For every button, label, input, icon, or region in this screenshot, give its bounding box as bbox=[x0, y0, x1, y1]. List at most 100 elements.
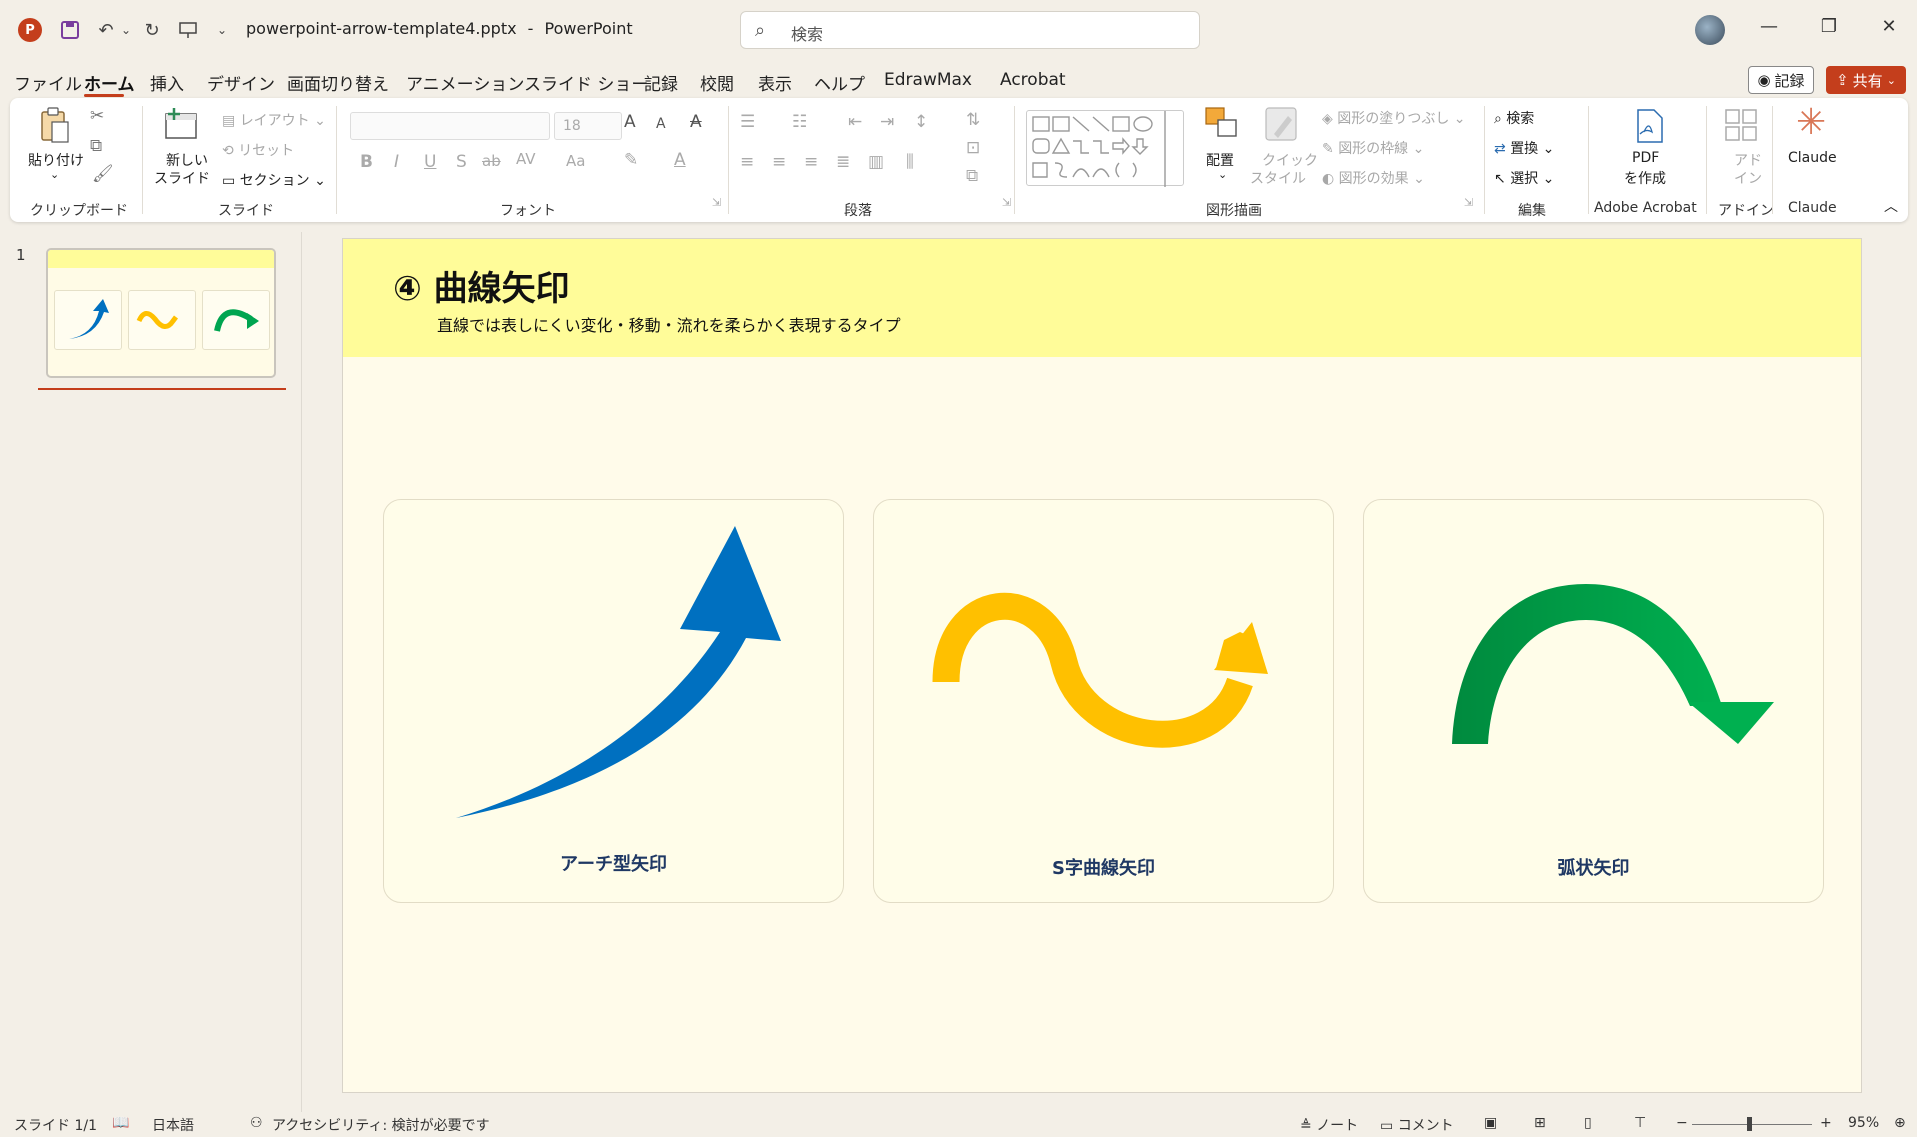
new-slide-label-1[interactable]: 新しい bbox=[166, 150, 208, 170]
layout-button[interactable]: ▤ レイアウト ⌄ bbox=[222, 110, 326, 130]
claude-icon[interactable]: ✳ bbox=[1796, 102, 1826, 143]
tab-home[interactable]: ホーム bbox=[84, 70, 135, 95]
clear-format-icon[interactable]: A bbox=[690, 112, 702, 132]
reset-button[interactable]: ⟲ リセット bbox=[222, 140, 294, 160]
presenter-icon[interactable] bbox=[176, 18, 200, 42]
char-spacing-button[interactable]: AV bbox=[516, 150, 536, 168]
font-name-input[interactable] bbox=[350, 112, 550, 140]
save-icon[interactable] bbox=[58, 18, 82, 42]
shrink-font-icon[interactable]: A bbox=[656, 116, 666, 132]
columns-icon[interactable]: ⫼ bbox=[906, 152, 914, 172]
s-curve-arrow-card[interactable]: S字曲線矢印 bbox=[873, 499, 1334, 903]
shadow-button[interactable]: S bbox=[456, 152, 467, 172]
grow-font-icon[interactable]: A bbox=[624, 112, 636, 132]
tab-view[interactable]: 表示 bbox=[758, 70, 792, 95]
create-pdf-label-2[interactable]: を作成 bbox=[1624, 168, 1666, 188]
zoom-slider-track[interactable] bbox=[1692, 1124, 1812, 1125]
font-color-icon[interactable]: A bbox=[674, 150, 686, 170]
tab-edrawmax[interactable]: EdrawMax bbox=[884, 70, 972, 90]
increase-indent-icon[interactable]: ⇥ bbox=[880, 112, 894, 132]
quick-styles-icon[interactable] bbox=[1264, 106, 1300, 142]
zoom-in-button[interactable]: + bbox=[1820, 1115, 1832, 1131]
find-button[interactable]: ⌕ 検索 bbox=[1494, 108, 1534, 128]
shape-effects-button[interactable]: ◐ 図形の効果 ⌄ bbox=[1322, 168, 1425, 188]
justify-icon[interactable]: ≣ bbox=[836, 152, 850, 172]
arch-arrow-label[interactable]: アーチ型矢印 bbox=[384, 850, 843, 876]
arch-arrow-graphic[interactable] bbox=[384, 500, 845, 904]
arc-arrow-card[interactable]: 弧状矢印 bbox=[1363, 499, 1824, 903]
tab-acrobat[interactable]: Acrobat bbox=[1000, 70, 1066, 90]
highlight-icon[interactable]: ✎ bbox=[624, 150, 638, 170]
align-right-icon[interactable]: ≡ bbox=[804, 152, 818, 172]
paragraph-dialog-launcher-icon[interactable]: ⇲ bbox=[1002, 196, 1011, 209]
strikethrough-button[interactable]: ab bbox=[482, 152, 501, 170]
slideshow-view-icon[interactable]: ⊤ bbox=[1634, 1115, 1646, 1131]
format-painter-icon[interactable]: 🖌 bbox=[92, 164, 114, 184]
decrease-indent-icon[interactable]: ⇤ bbox=[848, 112, 862, 132]
comments-button[interactable]: ▭ コメント bbox=[1380, 1115, 1454, 1135]
s-curve-arrow-label[interactable]: S字曲線矢印 bbox=[874, 854, 1333, 880]
copy-icon[interactable]: ⧉ bbox=[90, 136, 102, 156]
arc-arrow-label[interactable]: 弧状矢印 bbox=[1364, 854, 1823, 880]
undo-dropdown-icon[interactable]: ⌄ bbox=[114, 18, 138, 42]
redo-icon[interactable]: ↻ bbox=[140, 18, 164, 42]
drawing-dialog-launcher-icon[interactable]: ⇲ bbox=[1464, 196, 1473, 209]
slide-title[interactable]: ④ 曲線矢印 bbox=[393, 261, 570, 310]
zoom-slider-handle[interactable] bbox=[1747, 1117, 1752, 1131]
record-button[interactable]: ◉ 記録 bbox=[1748, 66, 1814, 94]
shape-outline-button[interactable]: ✎ 図形の枠線 ⌄ bbox=[1322, 138, 1424, 158]
notes-button[interactable]: ≜ ノート bbox=[1300, 1115, 1358, 1135]
restore-button[interactable]: ❐ bbox=[1814, 16, 1844, 37]
change-case-button[interactable]: Aa bbox=[566, 152, 585, 170]
normal-view-icon[interactable]: ▣ bbox=[1484, 1115, 1497, 1131]
cut-icon[interactable]: ✂ bbox=[90, 106, 104, 126]
create-pdf-label-1[interactable]: PDF bbox=[1632, 150, 1659, 166]
tab-slideshow[interactable]: スライド ショー bbox=[524, 70, 648, 95]
smartart-icon[interactable]: ⧉ bbox=[966, 166, 978, 186]
align-center-icon[interactable]: ≡ bbox=[772, 152, 786, 172]
tab-animations[interactable]: アニメーション bbox=[406, 70, 524, 95]
fit-slide-icon[interactable]: ⊕ bbox=[1894, 1115, 1906, 1131]
section-button[interactable]: ▭ セクション ⌄ bbox=[222, 170, 326, 190]
minimize-button[interactable]: — bbox=[1754, 16, 1784, 37]
arrange-dropdown-icon[interactable]: ⌄ bbox=[1218, 168, 1227, 181]
font-size-input[interactable]: 18 bbox=[554, 112, 622, 140]
zoom-out-button[interactable]: − bbox=[1676, 1115, 1688, 1131]
spellcheck-icon[interactable]: 📖 bbox=[112, 1115, 129, 1131]
tab-insert[interactable]: 挿入 bbox=[150, 70, 184, 95]
tab-review[interactable]: 校閲 bbox=[700, 70, 734, 95]
align-text-icon[interactable]: ⊡ bbox=[966, 138, 980, 158]
search-input[interactable]: ⌕ 検索 bbox=[740, 11, 1200, 49]
paste-label[interactable]: 貼り付け bbox=[28, 150, 84, 170]
share-button[interactable]: ⇪ 共有 ⌄ bbox=[1826, 66, 1906, 94]
shape-fill-button[interactable]: ◈ 図形の塗りつぶし ⌄ bbox=[1322, 108, 1466, 128]
new-slide-icon[interactable] bbox=[164, 108, 200, 144]
tab-help[interactable]: ヘルプ bbox=[814, 70, 865, 95]
language-indicator[interactable]: 日本語 bbox=[152, 1115, 194, 1135]
arch-arrow-card[interactable]: アーチ型矢印 bbox=[383, 499, 844, 903]
arc-arrow-graphic[interactable] bbox=[1364, 500, 1825, 904]
accessibility-status[interactable]: アクセシビリティ: 検討が必要です bbox=[272, 1115, 490, 1135]
select-button[interactable]: ↖ 選択 ⌄ bbox=[1494, 168, 1554, 188]
zoom-level[interactable]: 95% bbox=[1848, 1115, 1879, 1131]
slide-thumbnail[interactable] bbox=[46, 248, 276, 378]
customize-qat-icon[interactable]: ⌄ bbox=[210, 18, 234, 42]
slide-canvas[interactable]: ④ 曲線矢印 直線では表しにくい変化・移動・流れを柔らかく表現するタイプ アーチ… bbox=[342, 238, 1862, 1093]
addins-label-2[interactable]: イン bbox=[1734, 168, 1762, 188]
create-pdf-icon[interactable] bbox=[1632, 108, 1668, 144]
align-left-icon[interactable]: ≡ bbox=[740, 152, 754, 172]
addins-label-1[interactable]: アド bbox=[1734, 150, 1762, 170]
paste-dropdown-icon[interactable]: ⌄ bbox=[50, 168, 59, 181]
line-spacing-icon[interactable]: ↕ bbox=[914, 112, 928, 132]
shapes-gallery[interactable] bbox=[1026, 110, 1184, 187]
accessibility-icon[interactable]: ⚇ bbox=[250, 1115, 263, 1131]
tab-design[interactable]: デザイン bbox=[207, 70, 275, 95]
replace-button[interactable]: ⇄ 置換 ⌄ bbox=[1494, 138, 1554, 158]
italic-button[interactable]: I bbox=[394, 152, 399, 172]
slide-sorter-icon[interactable]: ⊞ bbox=[1534, 1115, 1546, 1131]
numbering-icon[interactable]: ☷ bbox=[792, 112, 807, 132]
quick-styles-label-1[interactable]: クイック bbox=[1262, 150, 1318, 170]
tab-record[interactable]: 記録 bbox=[644, 70, 678, 95]
reading-view-icon[interactable]: ▯ bbox=[1584, 1115, 1592, 1131]
collapse-ribbon-icon[interactable]: ︿ bbox=[1884, 196, 1898, 216]
